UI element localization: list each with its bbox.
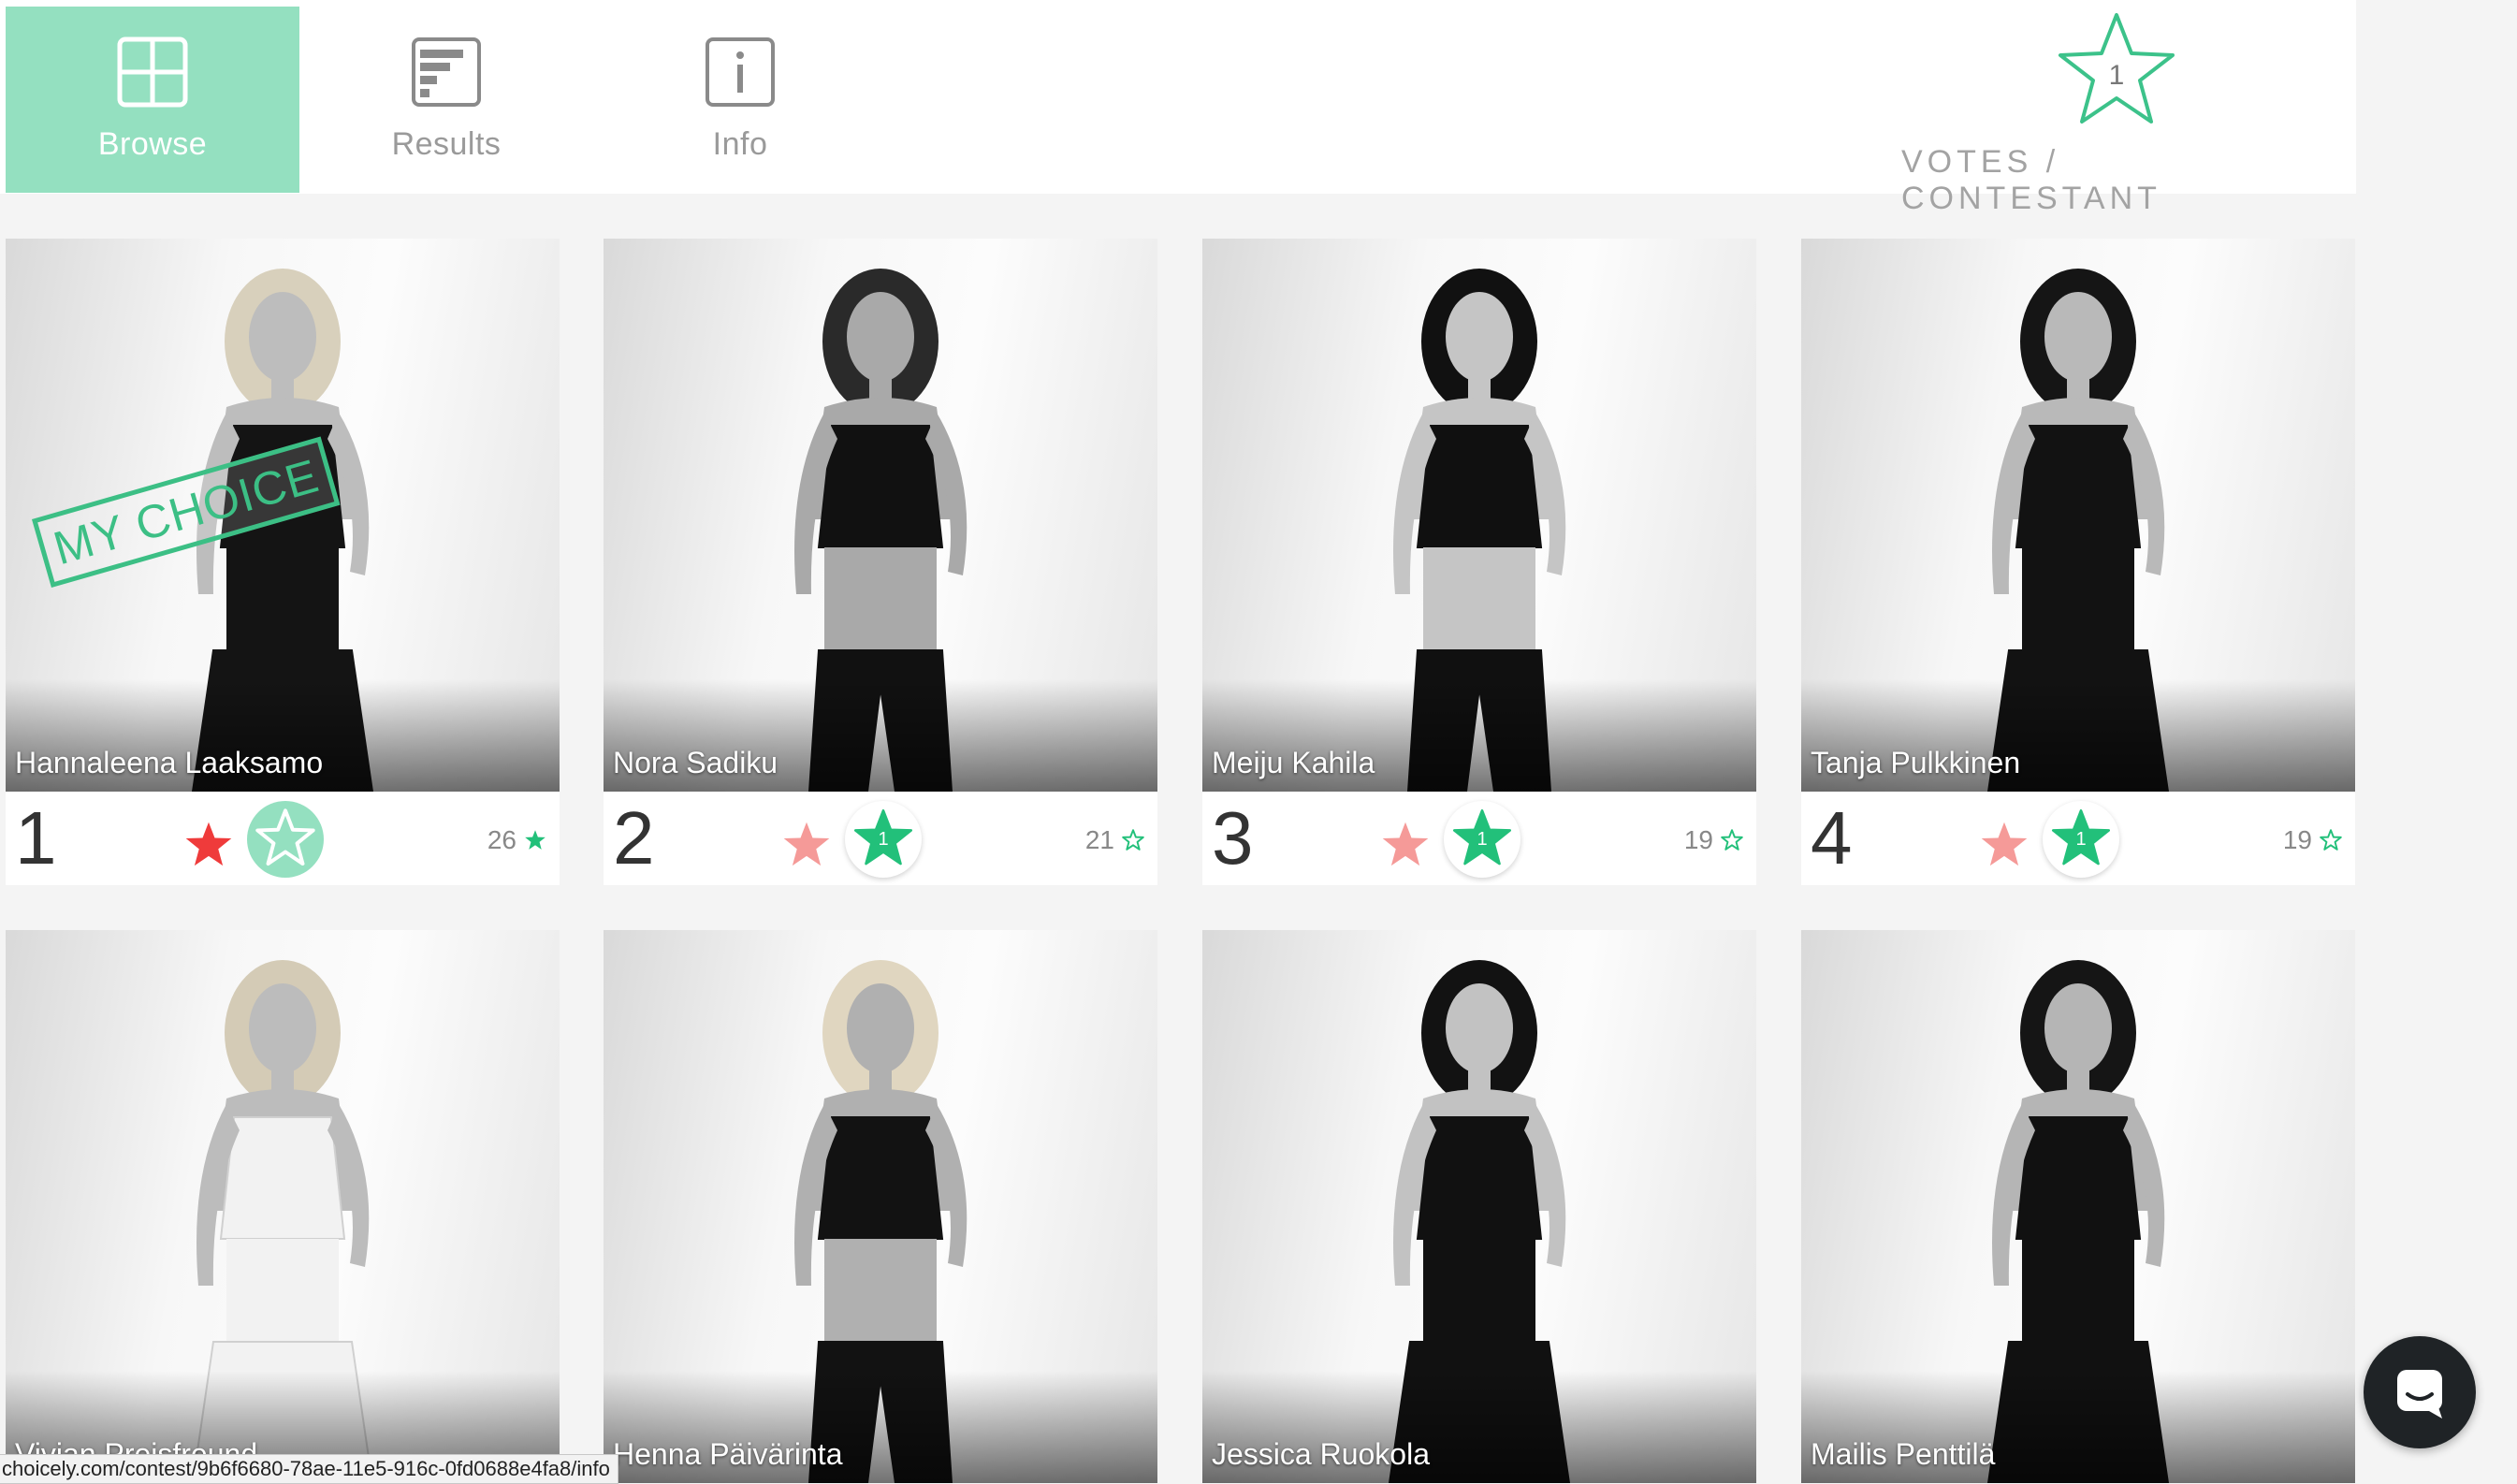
votes-per-contestant: 1 VOTES / CONTESTANT [1901,9,2332,216]
star-filled-icon [525,830,546,850]
contestant-card[interactable]: Hannaleena Laaksamo MY CHOICE 1 26 [6,239,560,885]
card-footer: 4 1 19 [1801,792,2355,885]
vote-count: 19 [1684,825,1743,855]
contestant-card[interactable]: Mailis Penttilä [1801,930,2355,1483]
contestant-card[interactable]: Nora Sadiku 2 1 21 [604,239,1157,885]
vote-star-button[interactable]: 1 [1444,801,1520,878]
chat-button[interactable] [2364,1336,2476,1448]
vote-count-number: 19 [2282,825,2312,854]
contestant-photo[interactable]: Jessica Ruokola [1202,930,1756,1483]
grid-icon [117,36,188,108]
rank-number: 4 [1811,796,1853,880]
contestant-name: Nora Sadiku [613,746,778,779]
tab-results[interactable]: Results [299,7,593,193]
vote-star-count: 1 [1477,829,1488,850]
votes-label: VOTES / CONTESTANT [1901,144,2161,216]
vote-count: 26 [487,825,546,855]
contestant-name: Meiju Kahila [1212,746,1375,779]
contestant-photo[interactable]: Tanja Pulkkinen [1801,239,2355,792]
vote-count-number: 19 [1683,825,1713,854]
contestant-card[interactable]: Meiju Kahila 3 1 19 [1202,239,1756,885]
rank-number: 1 [15,796,57,880]
contestant-card[interactable]: Jessica Ruokola [1202,930,1756,1483]
vote-count: 21 [1085,825,1144,855]
tab-results-label: Results [391,126,502,162]
contestant-photo[interactable]: Vivian Prejsfreund [6,930,560,1483]
contestant-name: Henna Päivärinta [613,1437,843,1471]
contestant-name: Jessica Ruokola [1212,1437,1430,1471]
unvote-star-icon[interactable] [183,820,234,870]
contestant-photo[interactable]: Mailis Penttilä [1801,930,2355,1483]
vote-count-number: 26 [487,825,516,854]
chat-icon [2397,1370,2442,1419]
contestant-name: Mailis Penttilä [1811,1437,1996,1471]
tab-info-label: Info [712,126,768,162]
contestant-card[interactable]: Henna Päivärinta [604,930,1157,1483]
card-footer: 3 1 19 [1202,792,1756,885]
vote-count-number: 21 [1084,825,1114,854]
vote-star-button[interactable] [247,801,324,878]
vote-star-button[interactable]: 1 [2043,801,2119,878]
contestant-photo[interactable]: Nora Sadiku [604,239,1157,792]
unvote-star-icon[interactable] [1979,820,2030,870]
tab-browse-label: Browse [97,126,208,162]
card-footer: 1 26 [6,792,560,885]
contestant-name: Hannaleena Laaksamo [15,746,324,779]
star-outline-icon [1721,829,1743,851]
status-bar-url: choicely.com/contest/9b6f6680-78ae-11e5-… [0,1454,618,1484]
contestant-name: Tanja Pulkkinen [1811,746,2021,779]
contestant-card[interactable]: Tanja Pulkkinen 4 1 19 [1801,239,2355,885]
contestant-photo[interactable]: Meiju Kahila [1202,239,1756,792]
top-bar: Browse Results Info 1 VOTES / CONTESTANT [0,0,2356,216]
rank-number: 3 [1212,796,1254,880]
votes-star: 1 [2054,9,2179,131]
star-outline-icon [2320,829,2342,851]
info-icon [706,37,775,107]
vote-star-button[interactable]: 1 [845,801,922,878]
card-footer: 2 1 21 [604,792,1157,885]
star-outline-icon [255,808,315,866]
star-outline-icon [1122,829,1144,851]
contestant-card[interactable]: Vivian Prejsfreund [6,930,560,1483]
unvote-star-icon[interactable] [1380,820,1431,870]
tab-info[interactable]: Info [593,7,887,193]
contestant-photo[interactable]: Henna Päivärinta [604,930,1157,1483]
tab-browse[interactable]: Browse [6,7,299,193]
results-icon [412,37,481,107]
vote-count: 19 [2283,825,2342,855]
rank-number: 2 [613,796,655,880]
contestant-photo[interactable]: Hannaleena Laaksamo MY CHOICE [6,239,560,792]
votes-count: 1 [2108,60,2125,91]
vote-star-count: 1 [2075,829,2087,850]
unvote-star-icon[interactable] [781,820,832,870]
vote-star-count: 1 [878,829,889,850]
